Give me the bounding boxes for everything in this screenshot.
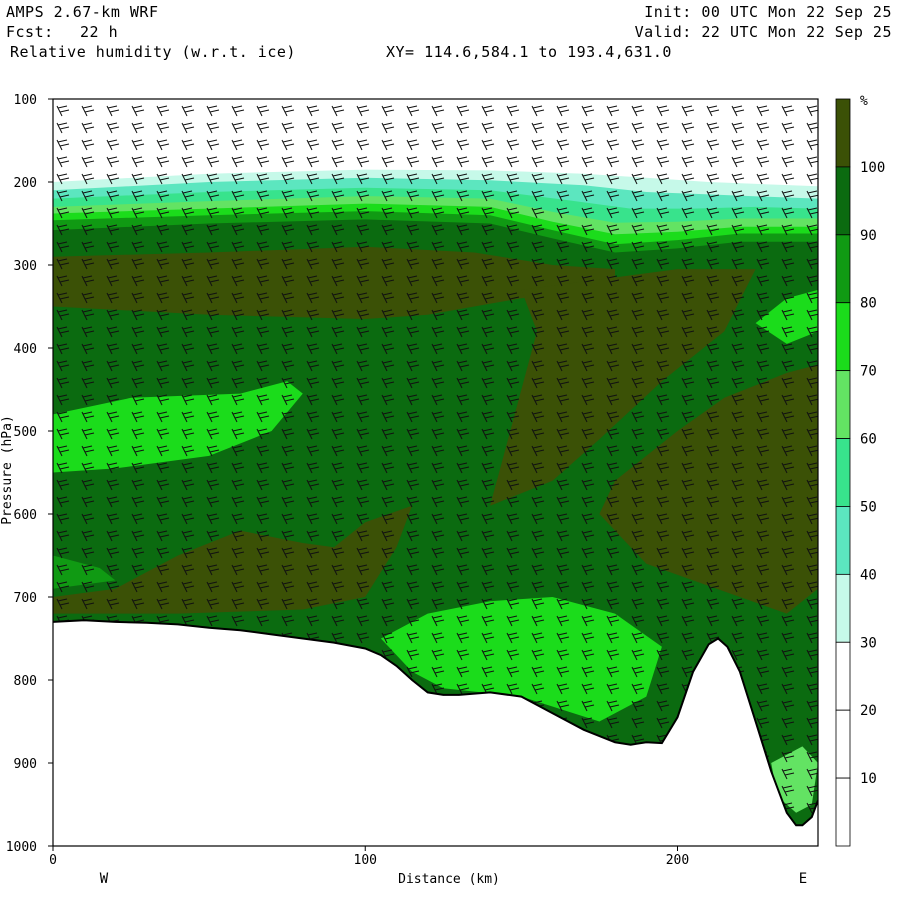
y-tick-label: 800 <box>14 674 37 689</box>
x-axis-label: Distance (km) <box>398 872 500 887</box>
colorbar-label: 60 <box>860 432 877 448</box>
colorbar-label: 20 <box>860 703 877 719</box>
colorbar-band <box>835 573 851 643</box>
colorbar-label: 30 <box>860 635 877 651</box>
y-tick-label: 400 <box>14 342 37 357</box>
y-axis-label: Pressure (hPa) <box>0 415 15 525</box>
x-tick-label: 100 <box>354 853 377 868</box>
colorbar-label: 100 <box>860 160 885 176</box>
colorbar-band <box>835 98 851 168</box>
colorbar-band <box>835 370 851 439</box>
colorbar-label: 40 <box>860 567 877 583</box>
x-tick-label: 200 <box>666 853 689 868</box>
x-axis: 0 100 200 <box>49 846 689 868</box>
colorbar-unit: % <box>860 94 868 109</box>
y-tick-label: 600 <box>14 508 37 523</box>
plot-area <box>53 99 818 846</box>
colorbar-band <box>835 234 851 304</box>
east-label: E <box>799 871 807 887</box>
y-tick-label: 300 <box>14 259 37 274</box>
colorbar-band <box>835 506 851 575</box>
colorbar-label: 10 <box>860 771 877 787</box>
cross-section-chart: 1002003004005006007008009001000 0 100 200 … <box>0 93 885 887</box>
y-tick-label: 200 <box>14 176 37 191</box>
colorbar-label: 90 <box>860 228 877 244</box>
west-label: W <box>100 871 109 887</box>
x-tick-label: 0 <box>49 853 57 868</box>
colorbar-band <box>835 438 851 507</box>
y-tick-label: 700 <box>14 591 37 606</box>
y-tick-label: 100 <box>14 93 37 108</box>
colorbar-label: 80 <box>860 296 877 312</box>
colorbar-band <box>835 166 851 236</box>
y-tick-label: 1000 <box>6 840 37 855</box>
colorbar-band <box>835 302 851 372</box>
colorbar-band <box>835 641 851 711</box>
y-tick-label: 900 <box>14 757 37 772</box>
y-tick-label: 500 <box>14 425 37 440</box>
colorbar-band <box>835 709 851 779</box>
colorbar-label: 50 <box>860 499 877 515</box>
colorbar-label: 70 <box>860 364 877 380</box>
colorbar-band <box>835 777 851 847</box>
colorbar: 100 90 80 70 60 50 40 30 20 10% <box>835 94 885 847</box>
